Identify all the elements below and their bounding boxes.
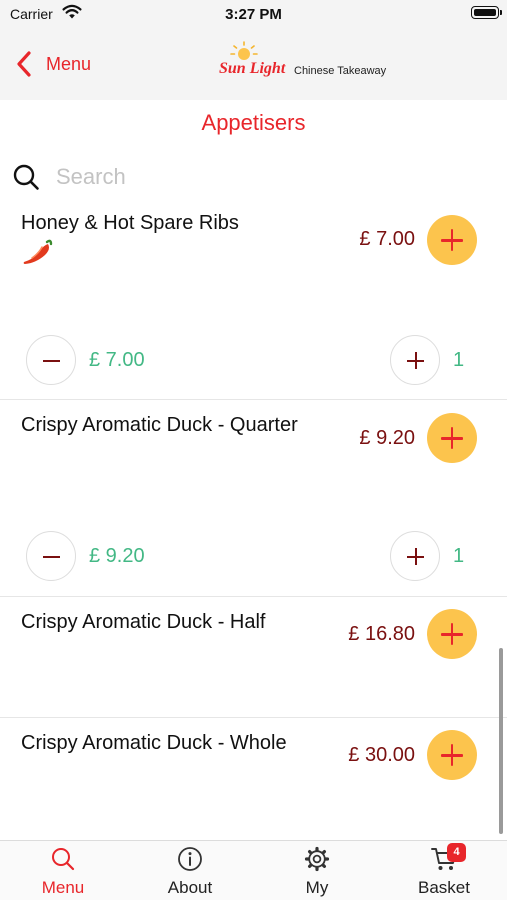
search-icon <box>13 164 39 190</box>
back-label: Menu <box>46 53 92 74</box>
decrease-quantity-button[interactable] <box>26 531 76 581</box>
tab-bar: Menu About My Basket <box>0 840 507 900</box>
item-price: £ 30.00 <box>348 744 415 766</box>
info-icon <box>178 847 202 871</box>
item-name: Crispy Aromatic Duck - Half <box>21 611 266 633</box>
item-price: £ 16.80 <box>348 623 415 645</box>
scrollbar[interactable] <box>499 648 503 834</box>
tab-my[interactable]: My <box>254 841 380 900</box>
chili-pepper-icon <box>23 239 53 264</box>
back-button[interactable]: Menu <box>14 46 91 82</box>
quantity-total: £ 7.00 <box>89 349 145 371</box>
decrease-quantity-button[interactable] <box>26 335 76 385</box>
chevron-left-icon <box>17 51 31 77</box>
add-to-basket-button[interactable] <box>427 730 477 780</box>
tab-label: Basket <box>418 878 470 897</box>
menu-item: Crispy Aromatic Duck - Whole £ 30.00 <box>0 718 507 840</box>
sunlight-logo: Sun Light Chinese Takeaway <box>215 38 395 88</box>
logo-subtitle: Chinese Takeaway <box>294 65 387 77</box>
tab-menu[interactable]: Menu <box>0 841 126 900</box>
menu-item: Honey & Hot Spare Ribs £ 7.00 £ 7.00 1 <box>0 200 507 400</box>
item-price: £ 7.00 <box>359 228 415 250</box>
status-time: 3:27 PM <box>225 6 282 23</box>
quantity-count: 1 <box>453 545 465 567</box>
basket-count-badge: 4 <box>447 843 466 862</box>
battery-icon <box>471 6 502 19</box>
search-bar <box>12 160 492 194</box>
increase-quantity-button[interactable] <box>390 335 440 385</box>
tab-basket[interactable]: Basket <box>381 841 507 900</box>
increase-quantity-button[interactable] <box>390 531 440 581</box>
status-bar: Carrier 3:27 PM <box>0 0 507 28</box>
tab-label: Menu <box>41 878 85 897</box>
item-name: Crispy Aromatic Duck - Quarter <box>21 414 298 436</box>
search-icon <box>52 848 75 871</box>
logo-script: Sun Light <box>219 60 286 77</box>
tab-label: About <box>167 878 213 897</box>
add-to-basket-button[interactable] <box>427 609 477 659</box>
tab-label: My <box>305 878 329 897</box>
item-name: Honey & Hot Spare Ribs <box>21 212 239 234</box>
menu-item: Crispy Aromatic Duck - Quarter £ 9.20 £ … <box>0 400 507 597</box>
item-name: Crispy Aromatic Duck - Whole <box>21 732 287 754</box>
item-price: £ 9.20 <box>359 427 415 449</box>
add-to-basket-button[interactable] <box>427 413 477 463</box>
menu-item: Crispy Aromatic Duck - Half £ 16.80 <box>0 597 507 718</box>
section-title: Appetisers <box>201 110 306 135</box>
tab-about[interactable]: About <box>127 841 253 900</box>
search-input[interactable] <box>56 160 476 194</box>
nav-bar: Menu Sun Light Chinese Takeaway <box>0 28 507 100</box>
add-to-basket-button[interactable] <box>427 215 477 265</box>
quantity-count: 1 <box>453 349 465 371</box>
gear-icon <box>304 846 330 872</box>
quantity-total: £ 9.20 <box>89 545 145 567</box>
